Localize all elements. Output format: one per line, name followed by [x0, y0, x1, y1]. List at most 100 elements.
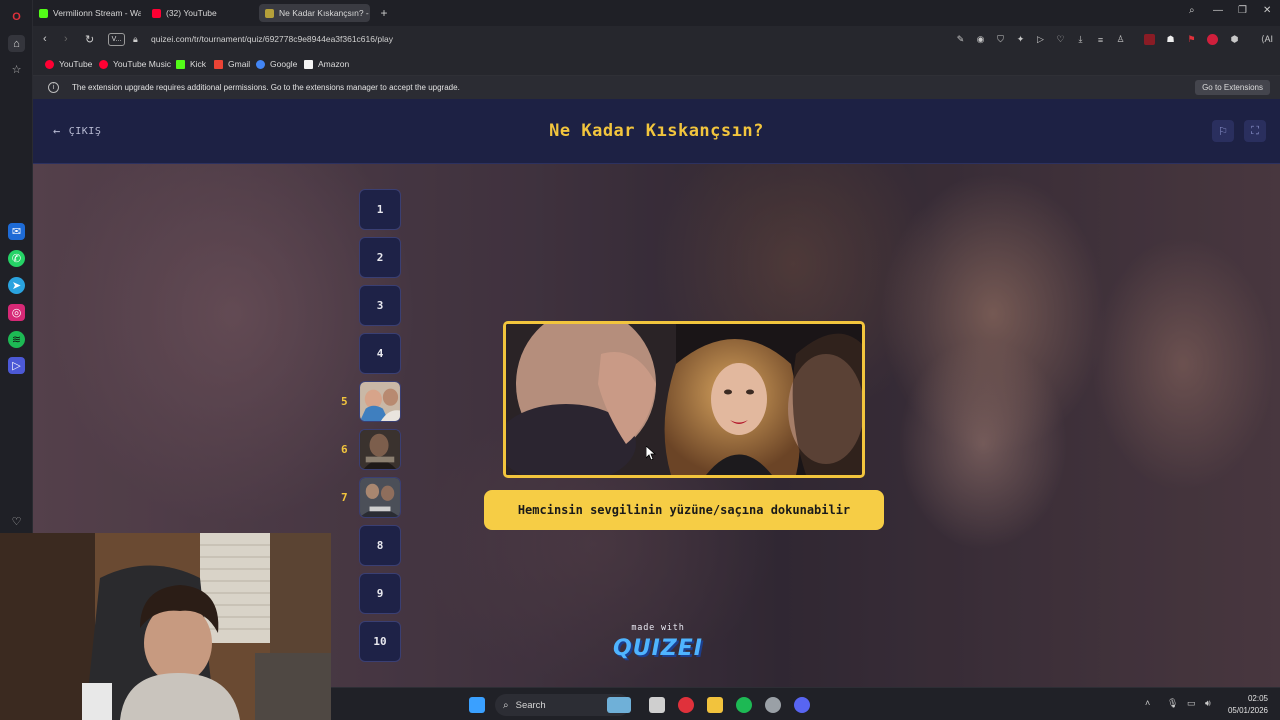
slot-7-thumbnail	[360, 478, 400, 517]
windows-start-icon[interactable]	[469, 697, 485, 713]
bookmark-kick[interactable]: Kick	[176, 59, 206, 69]
ublock-icon[interactable]	[1207, 34, 1218, 45]
jealousy-scene-illustration	[506, 324, 862, 475]
go-to-extensions-button[interactable]: Go to Extensions	[1195, 80, 1270, 95]
player-icon[interactable]: ▷	[8, 357, 25, 374]
amazon-icon	[304, 59, 313, 69]
messenger-icon[interactable]: ✉	[8, 223, 25, 240]
instagram-icon[interactable]: ◎	[8, 304, 25, 321]
vpn-badge[interactable]: V...	[108, 33, 125, 46]
bookmarks-bar: YouTube YouTube Music Kick Gmail Google …	[33, 54, 1280, 76]
bookmark-youtube-music[interactable]: YouTube Music	[99, 59, 171, 69]
play-icon[interactable]: ▷	[1035, 34, 1046, 45]
snapshot-icon[interactable]: ◉	[975, 34, 986, 45]
favorites-heart-icon[interactable]: ♡	[8, 513, 25, 530]
rank-slot-2[interactable]: 2	[359, 237, 401, 278]
bookmark-label: Google	[270, 59, 298, 69]
ext-cat-icon[interactable]: ☗	[1165, 34, 1176, 45]
tab-label: Vermilionn Stream - Watc	[53, 8, 141, 18]
youtube-music-icon	[99, 59, 108, 69]
spotify-taskbar-icon[interactable]	[736, 697, 752, 713]
shield-icon[interactable]: ⛉	[995, 34, 1006, 45]
bookmark-label: Gmail	[228, 59, 251, 69]
fullscreen-icon[interactable]: ⛶	[1244, 120, 1266, 142]
rank-slot-5-filled[interactable]	[359, 381, 401, 422]
tab-label: (32) YouTube	[166, 8, 217, 18]
spotify-icon[interactable]: ≋	[8, 331, 25, 348]
heart-icon[interactable]: ♡	[1055, 34, 1066, 45]
tab-youtube[interactable]: (32) YouTube	[146, 4, 254, 22]
bookmark-amazon[interactable]: Amazon	[304, 59, 349, 69]
back-icon[interactable]: ‹	[43, 33, 47, 45]
rank-slot-4[interactable]: 4	[359, 333, 401, 374]
youtube-icon	[45, 59, 54, 69]
bookmark-label: Amazon	[318, 59, 350, 69]
download-icon[interactable]: ⤓	[1075, 34, 1086, 45]
ai-icon[interactable]: ⟨AI	[1255, 34, 1279, 45]
notice-message: The extension upgrade requires additiona…	[72, 83, 460, 92]
tab-quiz-active[interactable]: Ne Kadar Kıskançsın? - Tir	[259, 4, 370, 22]
rank-slot-6-filled[interactable]	[359, 429, 401, 470]
address-bar: ‹ › ↻ V... 🔒︎ quizei.com/tr/tournament/q…	[33, 26, 1280, 54]
maximize-icon[interactable]: ❐	[1238, 5, 1247, 16]
tab-kick[interactable]: Vermilionn Stream - Watc	[33, 4, 141, 22]
puzzle-icon[interactable]: ⬢	[1229, 34, 1240, 45]
menu-icon[interactable]: ≡	[1095, 34, 1106, 45]
report-flag-icon[interactable]: ⚐	[1212, 120, 1234, 142]
taskbar-clock[interactable]: 02:05 05/01/2026	[1228, 693, 1268, 717]
telegram-icon[interactable]: ➤	[8, 277, 25, 294]
streamer-webcam-feed	[0, 533, 331, 720]
task-view-icon[interactable]	[649, 697, 665, 713]
bookmark-label: Kick	[190, 59, 207, 69]
bookmark-label: YouTube Music	[113, 59, 171, 69]
rank-slot-7-filled[interactable]	[359, 477, 401, 518]
gmail-icon	[214, 59, 223, 69]
extension-icon[interactable]: ✦	[1015, 34, 1026, 45]
tray-chevron-icon[interactable]: ˄	[1145, 698, 1150, 708]
webcam-overlay	[0, 533, 331, 720]
widget-icon[interactable]	[607, 697, 631, 713]
kick-favicon-icon	[39, 8, 48, 18]
file-explorer-icon[interactable]	[707, 697, 723, 713]
rank-slot-8[interactable]: 8	[359, 525, 401, 566]
whatsapp-icon[interactable]: ✆	[8, 250, 25, 267]
rank-slot-1[interactable]: 1	[359, 189, 401, 230]
current-item-image[interactable]	[503, 321, 865, 478]
network-icon[interactable]: ▭	[1187, 698, 1196, 709]
microphone-icon[interactable]: 🎙︎	[1167, 698, 1178, 709]
tab-search-icon[interactable]: ⌕	[1189, 5, 1195, 16]
clock-time: 02:05	[1247, 694, 1268, 703]
discord-icon[interactable]	[794, 697, 810, 713]
opera-logo-icon[interactable]: O	[8, 8, 25, 25]
rank-slot-10[interactable]: 10	[359, 621, 401, 662]
reload-icon[interactable]: ↻	[85, 33, 94, 46]
new-tab-plus-icon[interactable]: +	[376, 5, 392, 21]
ext-flag-icon[interactable]: ⚑	[1186, 34, 1197, 45]
speed-dial-icon[interactable]: ☆	[8, 61, 25, 78]
slot-6-thumbnail	[360, 430, 400, 469]
lock-icon[interactable]: 🔒︎	[133, 34, 138, 45]
rank-slot-9[interactable]: 9	[359, 573, 401, 614]
slot-label-7: 7	[341, 491, 348, 504]
quizei-logo[interactable]: QUIZEI	[603, 636, 713, 661]
volume-icon[interactable]: 🔊︎	[1205, 698, 1211, 709]
bookmark-youtube[interactable]: YouTube	[45, 59, 92, 69]
close-window-icon[interactable]: ✕	[1263, 5, 1271, 16]
profile-icon[interactable]: ♙	[1115, 34, 1126, 45]
forward-icon[interactable]: ›	[64, 33, 68, 45]
made-with-label: made with	[631, 623, 685, 633]
opera-taskbar-icon[interactable]	[678, 697, 694, 713]
mouse-cursor-icon	[646, 446, 656, 460]
home-icon[interactable]: ⌂	[8, 35, 25, 52]
rank-slot-3[interactable]: 3	[359, 285, 401, 326]
bookmark-google[interactable]: Google	[256, 59, 297, 69]
item-caption: Hemcinsin sevgilinin yüzüne/saçına dokun…	[484, 490, 884, 530]
tab-label: Ne Kadar Kıskançsın? - Tir	[279, 8, 370, 18]
steam-icon[interactable]	[765, 697, 781, 713]
slot-label-5: 5	[341, 395, 348, 408]
minimize-icon[interactable]: —	[1213, 5, 1223, 16]
edit-icon[interactable]: ✎	[955, 34, 966, 45]
ext-red-icon[interactable]	[1144, 34, 1155, 45]
url-field[interactable]: quizei.com/tr/tournament/quiz/692778c9e8…	[151, 34, 393, 44]
bookmark-gmail[interactable]: Gmail	[214, 59, 250, 69]
